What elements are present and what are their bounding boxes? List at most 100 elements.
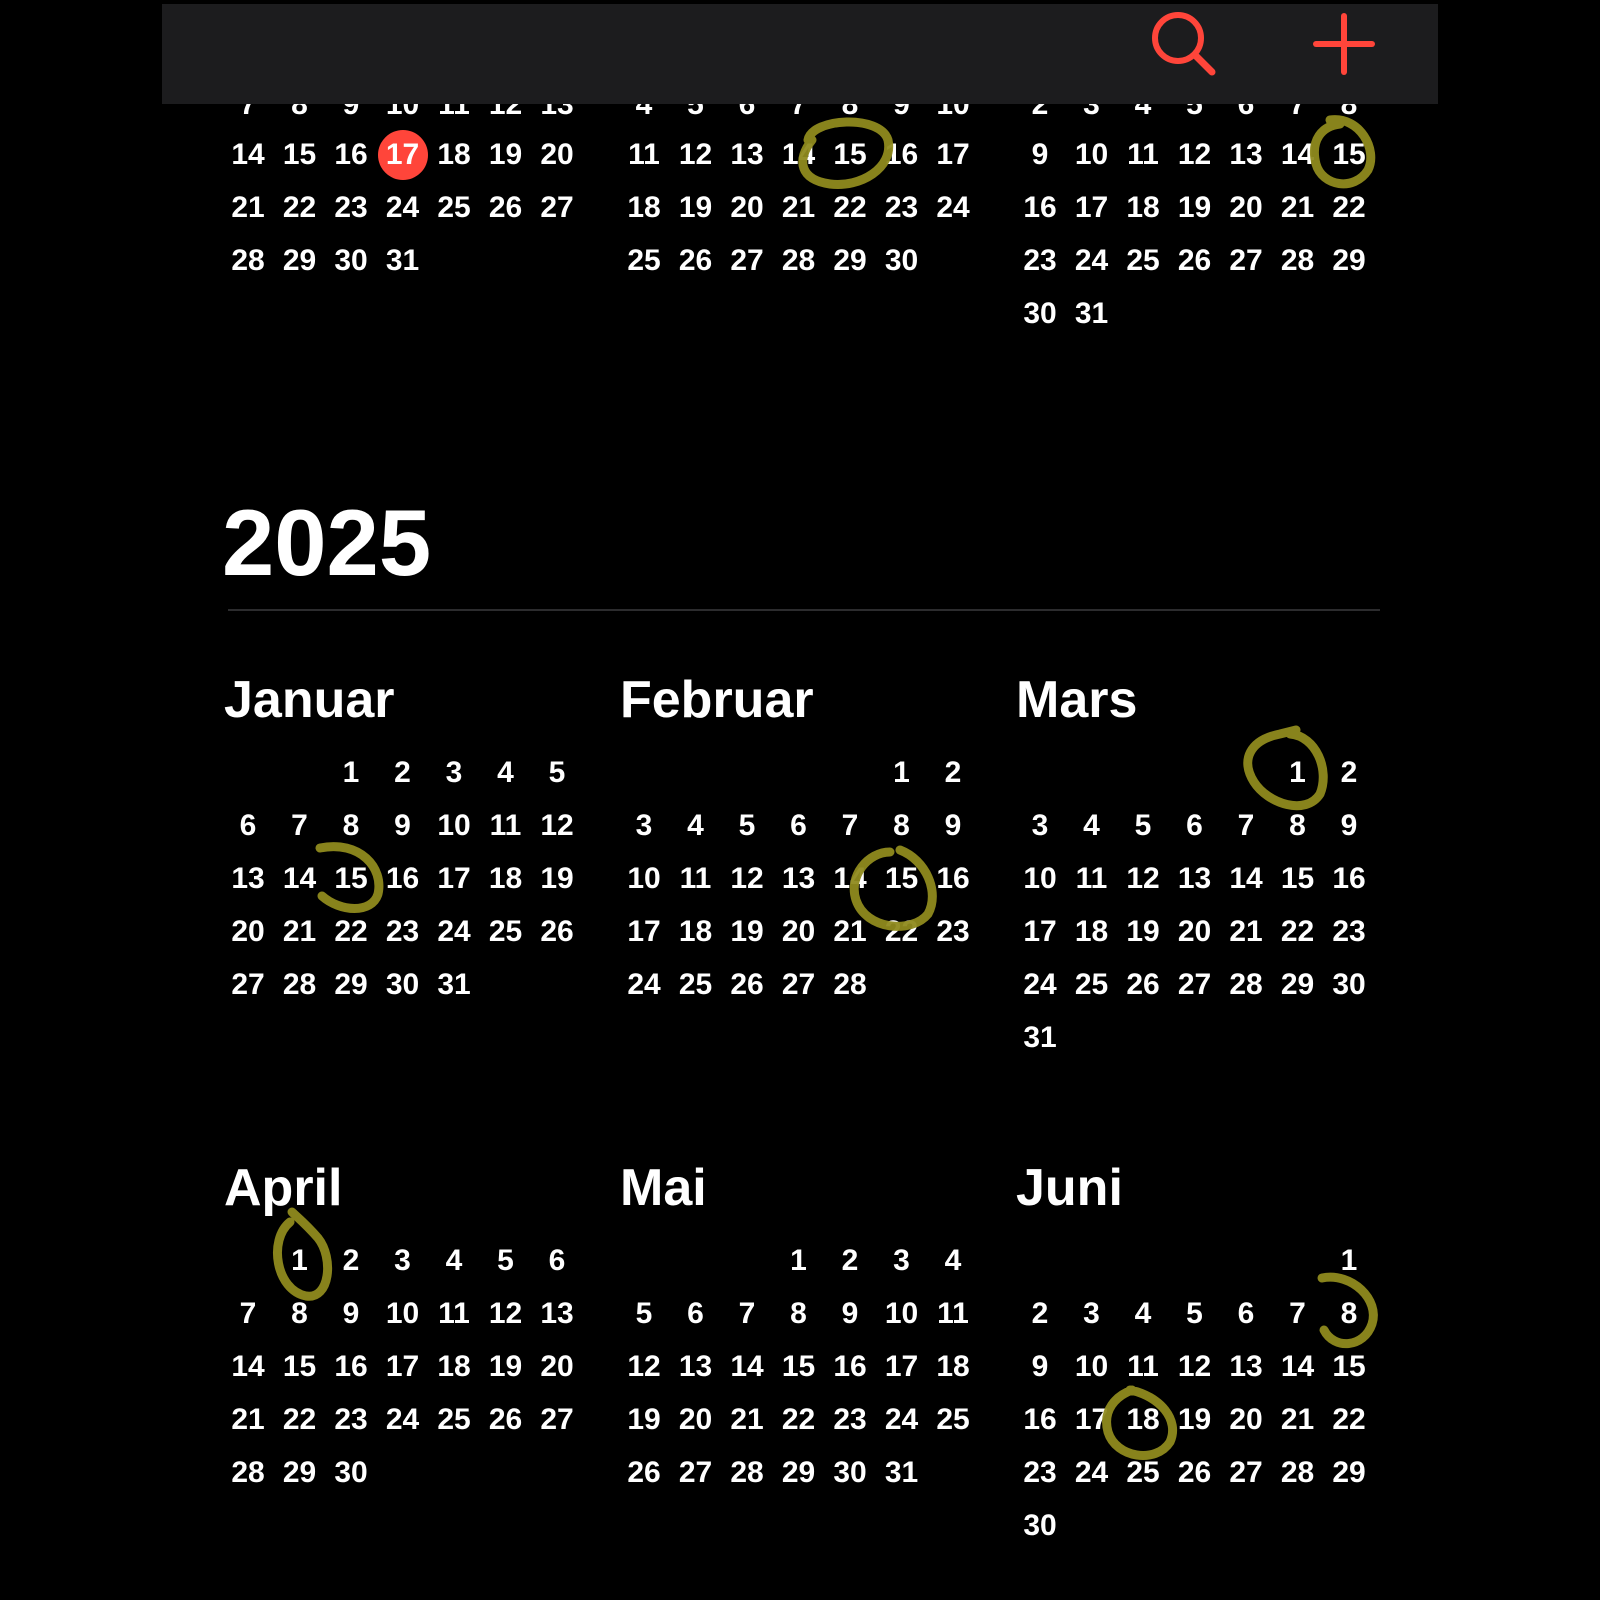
day-cell[interactable]: 24 <box>1014 960 1066 1010</box>
day-cell[interactable]: 20 <box>773 907 825 957</box>
day-cell[interactable]: 27 <box>670 1448 722 1498</box>
day-cell[interactable]: 20 <box>1220 1395 1272 1445</box>
day-cell[interactable]: 19 <box>531 854 583 904</box>
day-cell[interactable]: 13 <box>670 1342 722 1392</box>
day-cell[interactable]: 10 <box>876 1289 928 1339</box>
day-cell[interactable]: 3 <box>1014 801 1066 851</box>
day-cell[interactable]: 20 <box>721 183 773 233</box>
day-cell[interactable]: 18 <box>1117 183 1169 233</box>
day-cell[interactable]: 25 <box>1117 1448 1169 1498</box>
day-cell[interactable]: 6 <box>1220 1289 1272 1339</box>
day-cell[interactable]: 18 <box>927 1342 979 1392</box>
day-cell[interactable]: 26 <box>1169 1448 1221 1498</box>
day-cell[interactable]: 29 <box>824 236 876 286</box>
month-title-mars[interactable]: Mars <box>1016 670 1137 730</box>
day-cell[interactable]: 1 <box>773 1236 825 1286</box>
day-cell[interactable]: 17 <box>377 1342 429 1392</box>
day-cell[interactable]: 27 <box>773 960 825 1010</box>
month-title-mai[interactable]: Mai <box>620 1158 707 1218</box>
day-cell[interactable]: 29 <box>1323 236 1375 286</box>
day-cell[interactable]: 16 <box>1323 854 1375 904</box>
day-cell[interactable]: 12 <box>1117 854 1169 904</box>
day-cell[interactable]: 11 <box>1066 854 1118 904</box>
day-cell[interactable]: 5 <box>480 1236 532 1286</box>
day-cell[interactable]: 18 <box>1066 907 1118 957</box>
day-cell[interactable]: 28 <box>274 960 326 1010</box>
day-cell[interactable]: 24 <box>377 183 429 233</box>
day-cell[interactable]: 23 <box>325 1395 377 1445</box>
day-cell[interactable]: 9 <box>377 801 429 851</box>
day-cell[interactable]: 7 <box>274 801 326 851</box>
day-cell[interactable]: 23 <box>1014 1448 1066 1498</box>
day-cell[interactable]: 12 <box>1169 130 1221 180</box>
day-cell[interactable]: 11 <box>670 854 722 904</box>
day-cell[interactable]: 14 <box>1220 854 1272 904</box>
day-cell[interactable]: 7 <box>1272 1289 1324 1339</box>
day-cell[interactable]: 13 <box>222 854 274 904</box>
day-cell[interactable]: 7 <box>721 1289 773 1339</box>
day-cell[interactable]: 2 <box>927 748 979 798</box>
day-cell[interactable]: 30 <box>1323 960 1375 1010</box>
day-cell[interactable]: 19 <box>721 907 773 957</box>
day-cell[interactable]: 28 <box>1220 960 1272 1010</box>
day-cell[interactable]: 17 <box>618 907 670 957</box>
day-cell[interactable]: 7 <box>1220 801 1272 851</box>
day-cell[interactable]: 9 <box>1014 1342 1066 1392</box>
day-cell[interactable]: 20 <box>1169 907 1221 957</box>
month-title-april[interactable]: April <box>224 1158 342 1218</box>
day-cell[interactable]: 15 <box>773 1342 825 1392</box>
day-cell[interactable]: 26 <box>721 960 773 1010</box>
day-cell[interactable]: 21 <box>824 907 876 957</box>
search-button[interactable] <box>1146 6 1222 82</box>
day-cell[interactable]: 28 <box>824 960 876 1010</box>
day-cell[interactable]: 17 <box>927 130 979 180</box>
day-cell[interactable]: 26 <box>1117 960 1169 1010</box>
day-cell[interactable]: 25 <box>480 907 532 957</box>
day-cell[interactable]: 22 <box>1272 907 1324 957</box>
day-cell[interactable]: 8 <box>1272 801 1324 851</box>
day-cell[interactable]: 8 <box>325 801 377 851</box>
day-cell[interactable]: 27 <box>531 183 583 233</box>
day-cell[interactable]: 21 <box>222 1395 274 1445</box>
day-cell[interactable]: 17 <box>1066 1395 1118 1445</box>
day-cell[interactable]: 14 <box>222 130 274 180</box>
day-cell[interactable]: 14 <box>222 1342 274 1392</box>
day-cell[interactable]: 13 <box>1169 854 1221 904</box>
day-cell[interactable]: 24 <box>428 907 480 957</box>
day-cell[interactable]: 15 <box>824 130 876 180</box>
day-cell[interactable]: 23 <box>1014 236 1066 286</box>
day-cell[interactable]: 10 <box>1066 130 1118 180</box>
day-cell[interactable]: 4 <box>1066 801 1118 851</box>
day-cell[interactable]: 20 <box>222 907 274 957</box>
day-cell[interactable]: 21 <box>721 1395 773 1445</box>
day-cell[interactable]: 13 <box>1220 1342 1272 1392</box>
day-cell[interactable]: 12 <box>480 1289 532 1339</box>
day-cell[interactable]: 2 <box>377 748 429 798</box>
day-cell[interactable]: 5 <box>531 748 583 798</box>
day-cell[interactable]: 27 <box>1220 236 1272 286</box>
day-cell[interactable]: 5 <box>1117 801 1169 851</box>
day-cell[interactable]: 26 <box>480 1395 532 1445</box>
day-cell[interactable]: 9 <box>1014 130 1066 180</box>
day-cell[interactable]: 16 <box>377 854 429 904</box>
day-cell[interactable]: 10 <box>428 801 480 851</box>
day-cell[interactable]: 22 <box>274 183 326 233</box>
day-cell[interactable]: 24 <box>1066 236 1118 286</box>
day-cell[interactable]: 3 <box>377 1236 429 1286</box>
day-cell[interactable]: 13 <box>1220 130 1272 180</box>
day-cell[interactable]: 1 <box>1323 1236 1375 1286</box>
day-cell[interactable]: 11 <box>480 801 532 851</box>
day-cell[interactable]: 16 <box>1014 183 1066 233</box>
day-cell[interactable]: 16 <box>927 854 979 904</box>
day-cell[interactable]: 10 <box>618 854 670 904</box>
day-cell[interactable]: 7 <box>222 1289 274 1339</box>
day-cell[interactable]: 9 <box>325 1289 377 1339</box>
day-cell[interactable]: 17 <box>1066 183 1118 233</box>
day-cell[interactable]: 16 <box>876 130 928 180</box>
day-cell[interactable]: 4 <box>670 801 722 851</box>
day-cell[interactable]: 20 <box>531 130 583 180</box>
day-cell[interactable]: 13 <box>721 130 773 180</box>
day-cell[interactable]: 5 <box>721 801 773 851</box>
day-cell[interactable]: 29 <box>274 236 326 286</box>
day-cell[interactable]: 30 <box>824 1448 876 1498</box>
